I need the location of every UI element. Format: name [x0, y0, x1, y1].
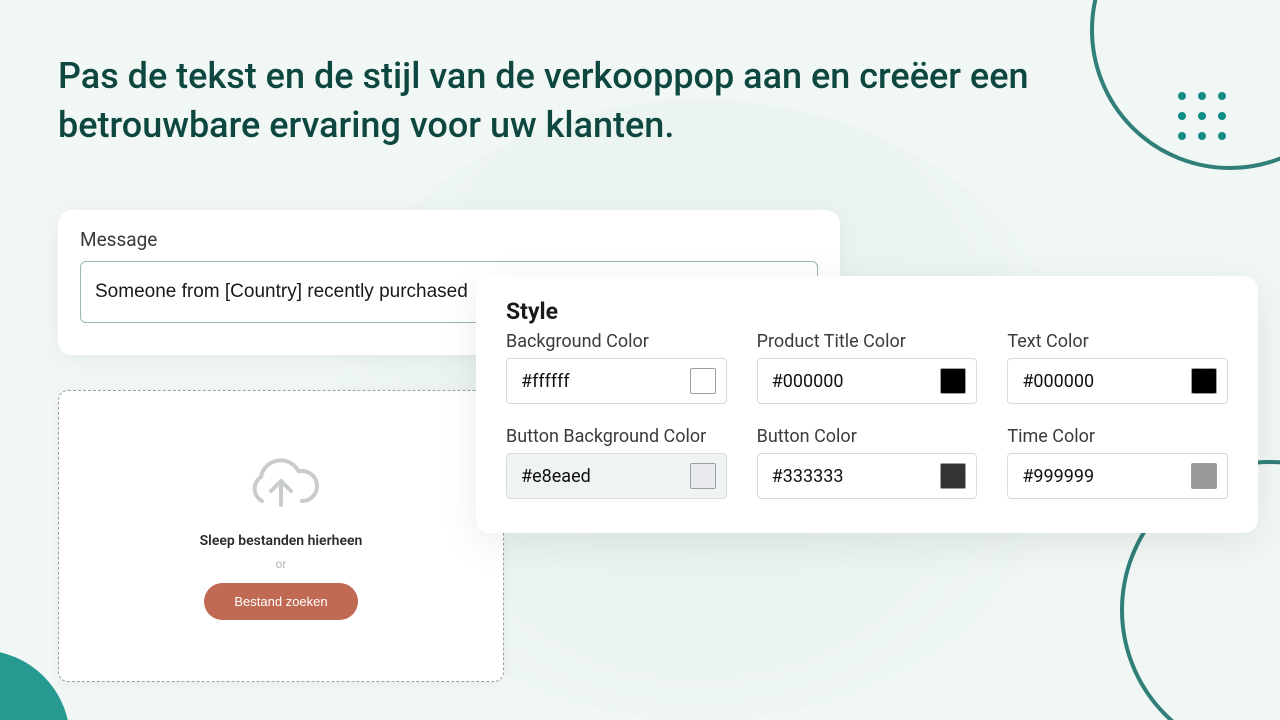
color-swatch[interactable] [1191, 368, 1217, 394]
upload-cloud-icon [239, 453, 323, 519]
upload-or-text: or [276, 557, 287, 571]
decorative-circle-top-right [1090, 0, 1280, 170]
color-swatch[interactable] [690, 463, 716, 489]
style-panel: Style Background Color #ffffff Product Tit… [476, 276, 1258, 533]
style-panel-title: Style [506, 298, 1228, 325]
style-fields-grid: Background Color #ffffff Product Title Col… [506, 331, 1228, 499]
color-field-label: Button Color [757, 426, 978, 447]
color-value: #e8eaed [521, 466, 591, 487]
file-upload-dropzone[interactable]: Sleep bestanden hierheen or Bestand zoek… [58, 390, 504, 682]
color-swatch[interactable] [940, 368, 966, 394]
color-field: Button Background Color #e8eaed [506, 426, 727, 499]
page-headline: Pas de tekst en de stijl van de verkoopp… [58, 52, 1038, 149]
upload-drop-text: Sleep bestanden hierheen [200, 533, 363, 549]
color-input[interactable]: #000000 [757, 358, 978, 404]
color-input[interactable]: #000000 [1007, 358, 1228, 404]
color-field: Time Color #999999 [1007, 426, 1228, 499]
color-value: #000000 [772, 371, 844, 392]
color-field-label: Background Color [506, 331, 727, 352]
color-input[interactable]: #e8eaed [506, 453, 727, 499]
color-value: #000000 [1022, 371, 1094, 392]
decorative-dot-grid [1178, 92, 1228, 142]
color-input[interactable]: #ffffff [506, 358, 727, 404]
color-value: #ffffff [521, 371, 570, 392]
color-field-label: Time Color [1007, 426, 1228, 447]
color-swatch[interactable] [690, 368, 716, 394]
color-field-label: Product Title Color [757, 331, 978, 352]
color-value: #333333 [772, 466, 844, 487]
color-field: Button Color #333333 [757, 426, 978, 499]
color-field-label: Text Color [1007, 331, 1228, 352]
message-label: Message [80, 228, 818, 251]
color-swatch[interactable] [940, 463, 966, 489]
color-field: Background Color #ffffff [506, 331, 727, 404]
color-swatch[interactable] [1191, 463, 1217, 489]
color-field: Product Title Color #000000 [757, 331, 978, 404]
color-input[interactable]: #333333 [757, 453, 978, 499]
color-field: Text Color #000000 [1007, 331, 1228, 404]
color-field-label: Button Background Color [506, 426, 727, 447]
color-value: #999999 [1022, 466, 1094, 487]
browse-file-button[interactable]: Bestand zoeken [204, 583, 357, 620]
color-input[interactable]: #999999 [1007, 453, 1228, 499]
